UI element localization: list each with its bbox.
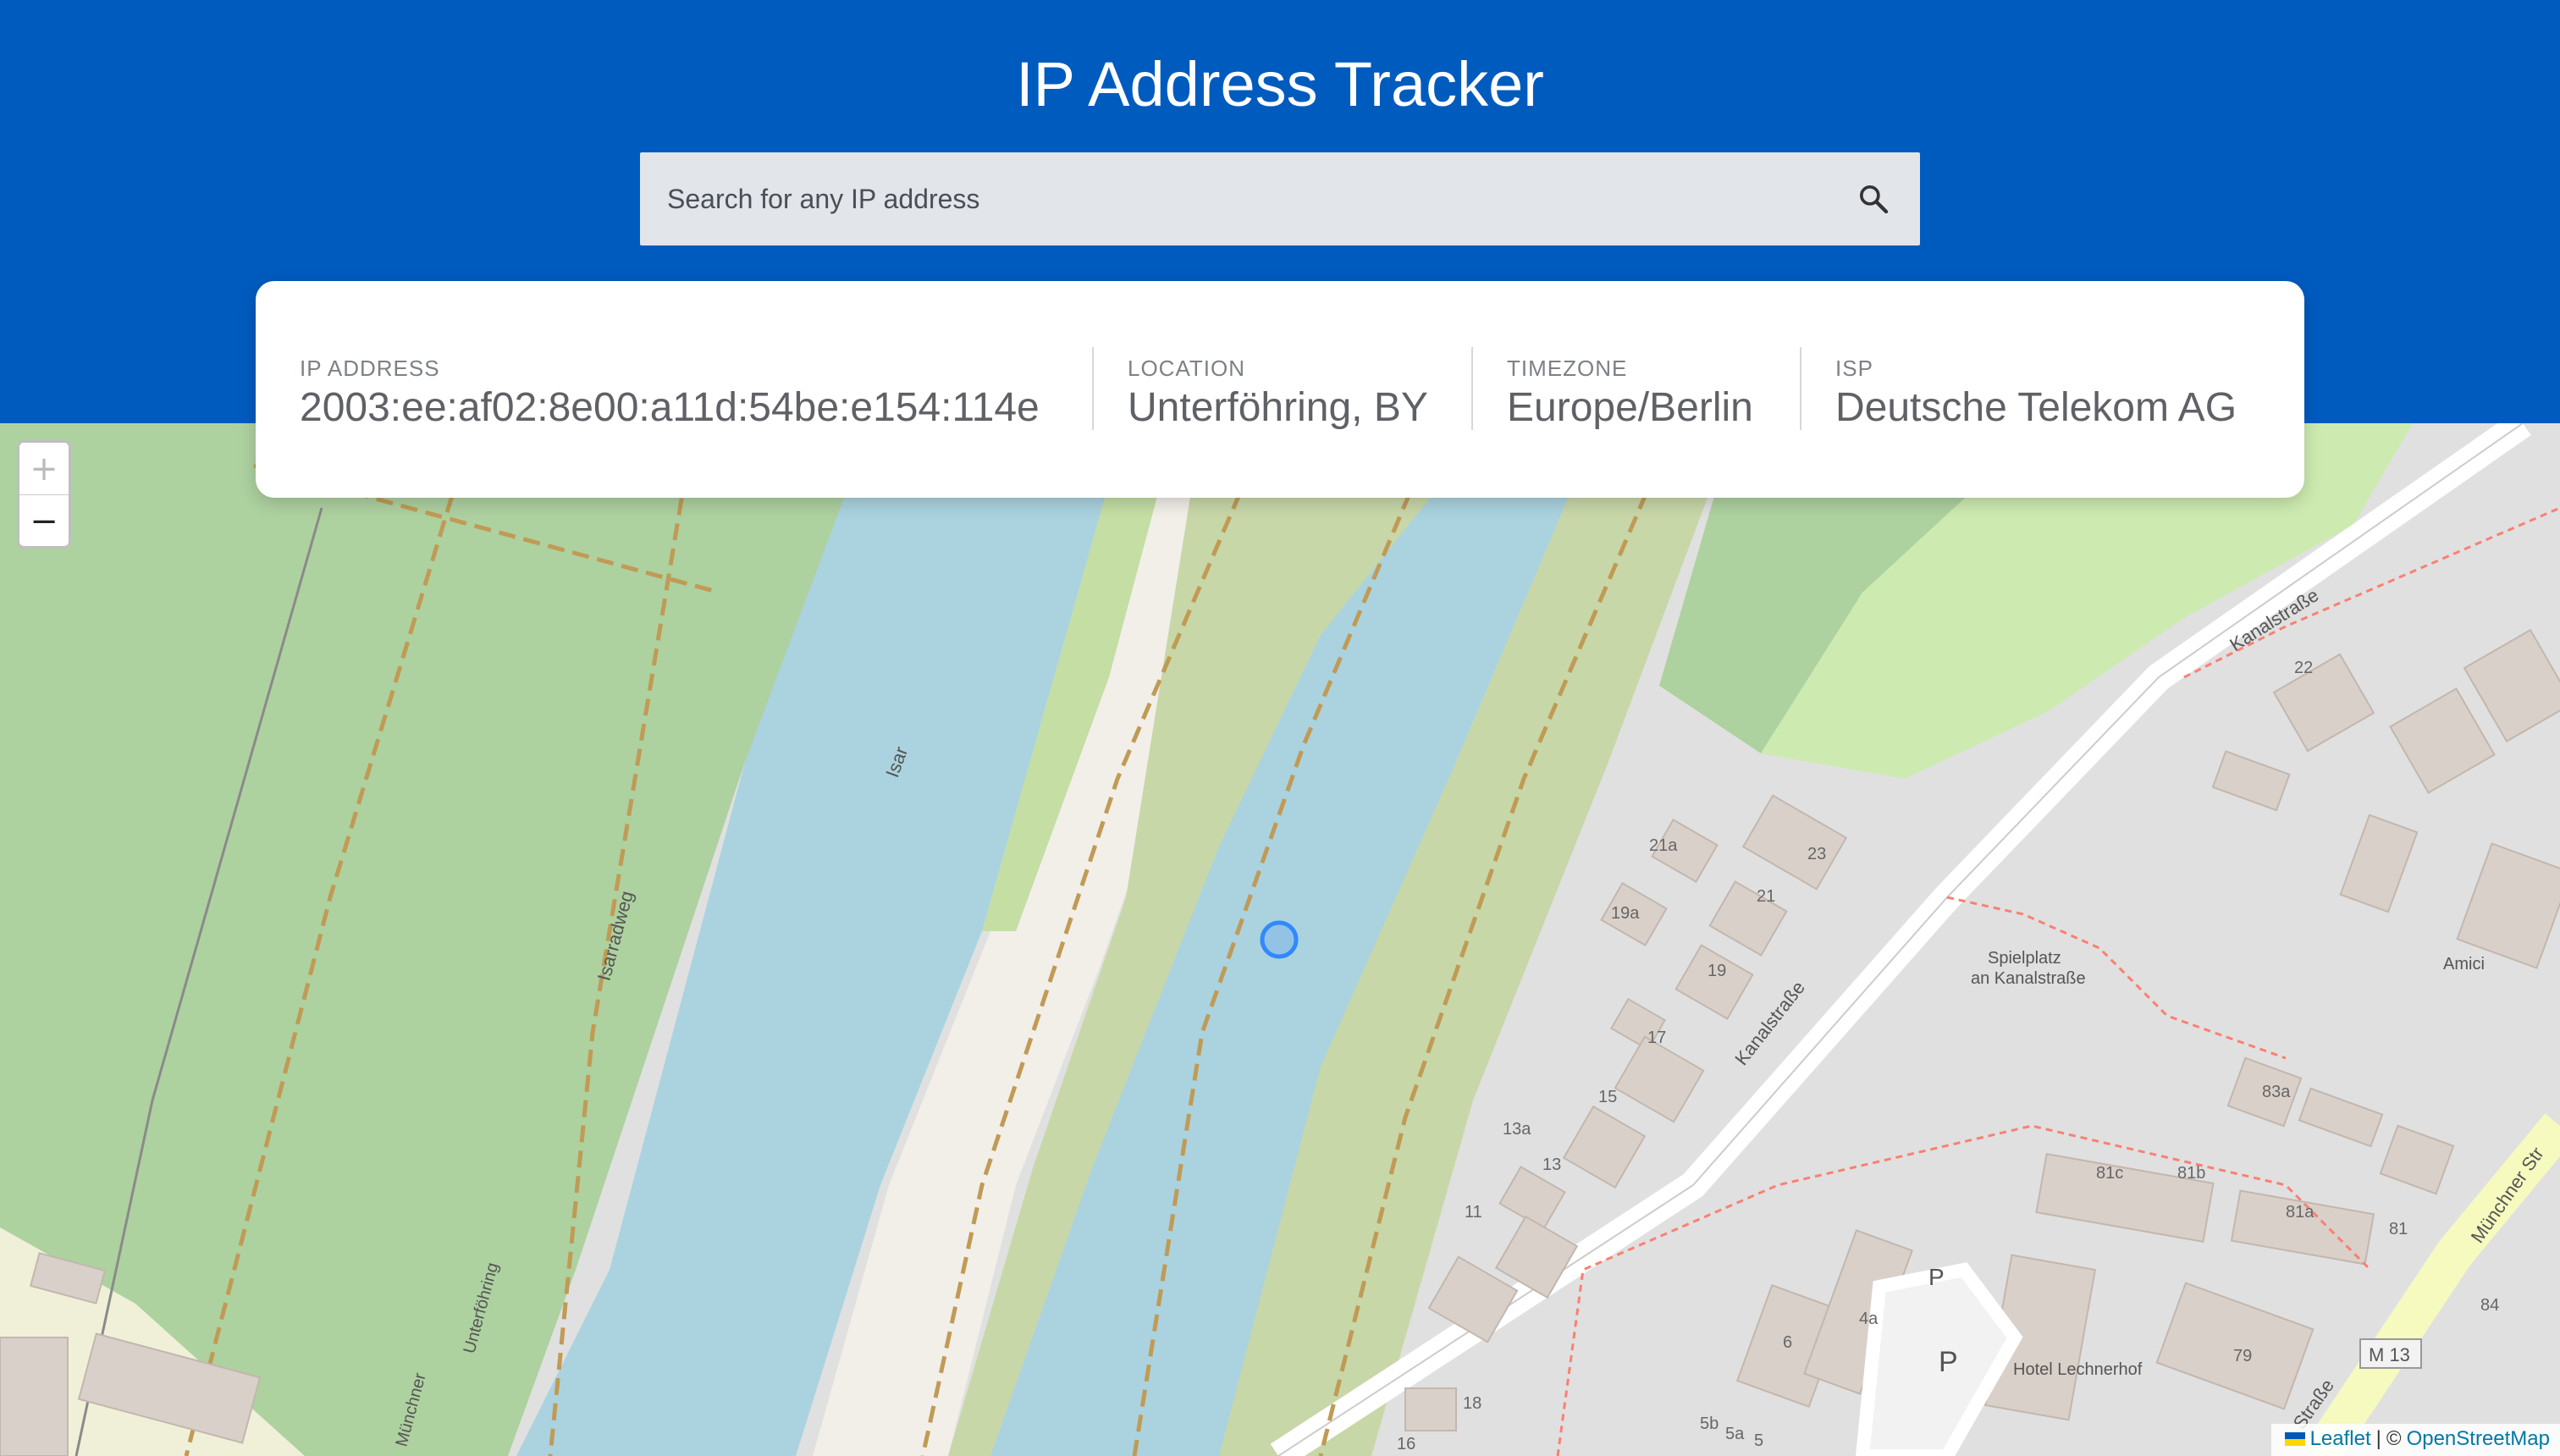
- svg-text:P: P: [1928, 1264, 1945, 1290]
- svg-text:5: 5: [1754, 1431, 1763, 1450]
- map-tiles: Isar Isarradweg Unterföhring Kanalstraße…: [0, 423, 2560, 1456]
- ip-address-label: IP ADDRESS: [300, 356, 440, 381]
- svg-text:11: 11: [1465, 1203, 1482, 1222]
- location-label: LOCATION: [1128, 356, 1245, 381]
- svg-text:P: P: [1939, 1346, 1958, 1378]
- svg-text:81: 81: [2389, 1220, 2408, 1238]
- ip-info-card: IP ADDRESS 2003:ee:af02:8e00:a11d:54be:e…: [256, 281, 2304, 498]
- search-input[interactable]: [640, 152, 1808, 245]
- svg-text:83a: 83a: [2262, 1083, 2291, 1101]
- timezone-value: Europe/Berlin: [1507, 385, 1753, 430]
- search-icon: [1860, 185, 1889, 214]
- leaflet-link[interactable]: Leaflet: [2310, 1427, 2371, 1451]
- svg-text:18: 18: [1463, 1394, 1481, 1413]
- svg-text:84: 84: [2480, 1296, 2499, 1315]
- svg-text:13: 13: [1542, 1155, 1561, 1174]
- page-title: IP Address Tracker: [1016, 49, 1544, 119]
- svg-text:19a: 19a: [1611, 904, 1640, 923]
- svg-text:81c: 81c: [2096, 1164, 2123, 1183]
- location-marker[interactable]: [1260, 920, 1299, 959]
- svg-text:22: 22: [2294, 659, 2313, 677]
- ukraine-flag-icon: [2284, 1432, 2305, 1446]
- ip-address-value: 2003:ee:af02:8e00:a11d:54be:e154:114e: [300, 385, 1040, 430]
- svg-text:M 13: M 13: [2369, 1344, 2410, 1365]
- isp-section: ISP Deutsche Telekom AG: [1801, 281, 2237, 498]
- svg-text:6: 6: [1783, 1333, 1792, 1352]
- ip-address-section: IP ADDRESS 2003:ee:af02:8e00:a11d:54be:e…: [300, 281, 1092, 498]
- svg-text:5b: 5b: [1700, 1415, 1719, 1433]
- svg-text:16: 16: [1397, 1435, 1415, 1453]
- location-section: LOCATION Unterföhring, BY: [1094, 281, 1471, 498]
- svg-text:23: 23: [1807, 845, 1826, 863]
- svg-text:13a: 13a: [1503, 1120, 1531, 1139]
- zoom-out-button[interactable]: −: [19, 495, 69, 546]
- svg-text:5a: 5a: [1725, 1425, 1745, 1443]
- map[interactable]: Isar Isarradweg Unterföhring Kanalstraße…: [0, 423, 2560, 1456]
- svg-text:an Kanalstraße: an Kanalstraße: [1971, 969, 2086, 988]
- attribution-separator: |: [2375, 1427, 2381, 1450]
- isp-value: Deutsche Telekom AG: [1835, 385, 2237, 430]
- svg-text:Amici: Amici: [2443, 955, 2485, 973]
- svg-text:Hotel Lechnerhof: Hotel Lechnerhof: [2013, 1360, 2143, 1379]
- svg-text:21: 21: [1757, 887, 1775, 906]
- svg-text:81b: 81b: [2177, 1164, 2205, 1183]
- search-bar: [640, 152, 1920, 245]
- map-attribution: Leaflet | © OpenStreetMap: [2270, 1424, 2560, 1456]
- timezone-section: TIMEZONE Europe/Berlin: [1473, 281, 1800, 498]
- location-value: Unterföhring, BY: [1128, 385, 1428, 430]
- svg-text:17: 17: [1647, 1029, 1666, 1047]
- zoom-control: + −: [17, 440, 71, 549]
- svg-text:21a: 21a: [1649, 836, 1678, 855]
- isp-label: ISP: [1835, 356, 1873, 381]
- svg-text:79: 79: [2233, 1347, 2252, 1365]
- timezone-label: TIMEZONE: [1507, 356, 1628, 381]
- svg-text:15: 15: [1598, 1088, 1617, 1106]
- search-button[interactable]: [1827, 152, 1920, 245]
- svg-text:81a: 81a: [2286, 1203, 2314, 1222]
- copyright-symbol: ©: [2386, 1427, 2402, 1450]
- zoom-in-button[interactable]: +: [19, 443, 69, 495]
- svg-text:4a: 4a: [1859, 1310, 1879, 1328]
- svg-text:19: 19: [1708, 962, 1726, 980]
- svg-text:Spielplatz: Spielplatz: [1988, 949, 2061, 968]
- openstreetmap-link[interactable]: OpenStreetMap: [2407, 1427, 2550, 1451]
